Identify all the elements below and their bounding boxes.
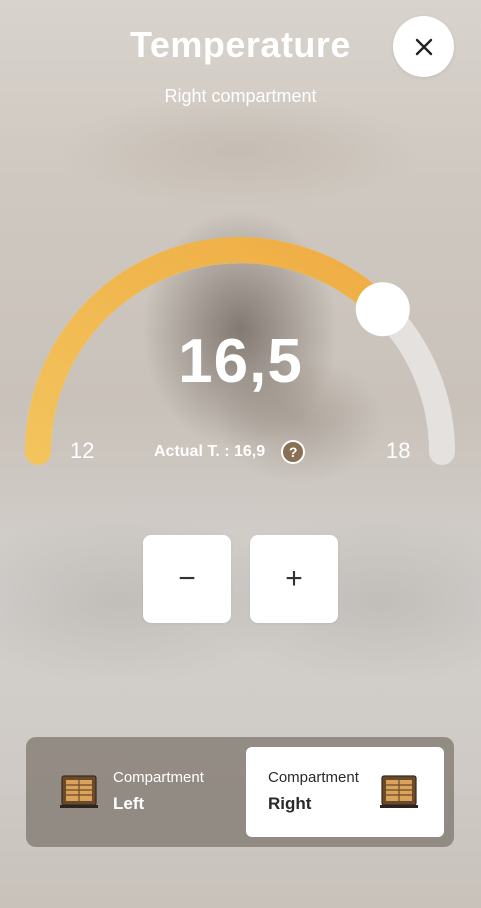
compartment-right-caption: Compartment — [268, 769, 359, 786]
increase-temperature-button[interactable]: + — [250, 535, 338, 623]
plus-icon: + — [285, 562, 303, 595]
compartment-right-name: Right — [268, 794, 312, 813]
actual-temperature: Actual T. : 16,9 ? — [154, 440, 306, 464]
decrease-temperature-button[interactable]: − — [143, 535, 231, 623]
wine-cabinet-icon — [60, 775, 98, 808]
help-icon[interactable]: ? — [281, 440, 306, 464]
help-icon-symbol: ? — [288, 444, 298, 460]
gauge-max-label: 18 — [386, 438, 411, 463]
wine-cabinet-icon — [380, 775, 418, 808]
compartment-left-name: Left — [113, 794, 145, 813]
compartment-right-option[interactable]: Compartment Right — [246, 747, 444, 837]
compartment-left-caption: Compartment — [113, 769, 204, 786]
compartment-left-option[interactable]: Compartment Left — [38, 747, 236, 837]
compartment-selector: Compartment Left Compartment Right — [26, 737, 454, 847]
minus-icon: − — [178, 562, 196, 595]
actual-temperature-label: Actual T. : 16,9 — [154, 443, 266, 460]
gauge-min-label: 12 — [70, 438, 95, 463]
temperature-value: 16,5 — [178, 327, 303, 396]
